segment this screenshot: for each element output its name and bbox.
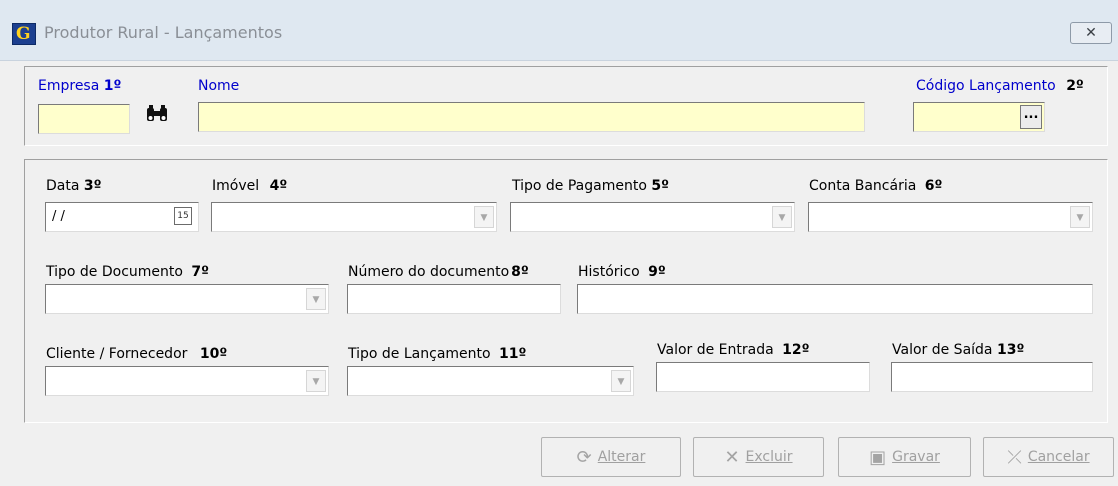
app-icon-letter: G: [16, 24, 31, 44]
nome-input[interactable]: [198, 102, 865, 132]
tipo-documento-label: Tipo de Documento 7º: [46, 264, 210, 280]
data-input[interactable]: / / 15: [45, 202, 199, 232]
calendar-icon[interactable]: 15: [174, 207, 192, 225]
chevron-down-icon[interactable]: ▼: [474, 206, 494, 228]
codigo-input[interactable]: ...: [913, 102, 1045, 132]
refresh-icon: ⟳: [576, 447, 592, 468]
valor-saida-label: Valor de Saída 13º: [892, 342, 1025, 358]
excluir-button[interactable]: ✕ Excluir: [693, 437, 824, 477]
chevron-down-icon[interactable]: ▼: [306, 370, 326, 392]
codigo-label: Código Lançamento 2º: [916, 78, 1084, 94]
cliente-fornecedor-select[interactable]: ▼: [45, 366, 329, 396]
conta-bancaria-select[interactable]: ▼: [808, 202, 1093, 232]
window-title: Produtor Rural - Lançamentos: [44, 23, 283, 42]
historico-label: Histórico 9º: [578, 264, 666, 280]
title-bar: G Produtor Rural - Lançamentos ✕: [0, 0, 1118, 61]
chevron-down-icon[interactable]: ▼: [772, 206, 792, 228]
imovel-select[interactable]: ▼: [211, 202, 497, 232]
empresa-input[interactable]: [38, 104, 130, 134]
chevron-down-icon[interactable]: ▼: [611, 370, 631, 392]
gravar-button[interactable]: ▣ Gravar: [838, 437, 971, 477]
binoculars-icon[interactable]: [146, 105, 168, 128]
delete-icon: ✕: [724, 447, 740, 468]
tipo-lancamento-select[interactable]: ▼: [347, 366, 634, 396]
chevron-down-icon[interactable]: ▼: [306, 288, 326, 310]
data-label: Data 3º: [46, 178, 102, 194]
cancel-icon: ⤫: [1007, 447, 1022, 468]
valor-entrada-label: Valor de Entrada 12º: [657, 342, 810, 358]
app-icon: G: [12, 23, 36, 45]
alterar-button[interactable]: ⟳ Alterar: [541, 437, 681, 477]
chevron-down-icon[interactable]: ▼: [1070, 206, 1090, 228]
tipo-documento-select[interactable]: ▼: [45, 284, 329, 314]
close-button[interactable]: ✕: [1070, 22, 1112, 44]
tipo-pagamento-label: Tipo de Pagamento 5º: [512, 178, 669, 194]
tipo-pagamento-select[interactable]: ▼: [510, 202, 795, 232]
codigo-lookup-button[interactable]: ...: [1020, 105, 1042, 129]
cliente-fornecedor-label: Cliente / Fornecedor 10º: [46, 346, 228, 362]
empresa-label: Empresa 1º: [38, 78, 122, 94]
tipo-lancamento-label: Tipo de Lançamento 11º: [348, 346, 527, 362]
numero-documento-label: Número do documento 8º: [348, 264, 529, 280]
valor-entrada-input[interactable]: [656, 362, 870, 392]
historico-input[interactable]: [577, 284, 1093, 314]
valor-saida-input[interactable]: [891, 362, 1093, 392]
imovel-label: Imóvel 4º: [212, 178, 288, 194]
conta-bancaria-label: Conta Bancária 6º: [809, 178, 943, 194]
close-icon: ✕: [1085, 25, 1097, 41]
save-icon: ▣: [869, 447, 887, 468]
nome-label: Nome: [198, 78, 240, 94]
numero-documento-input[interactable]: [347, 284, 561, 314]
cancelar-button[interactable]: ⤫ Cancelar: [983, 437, 1114, 477]
